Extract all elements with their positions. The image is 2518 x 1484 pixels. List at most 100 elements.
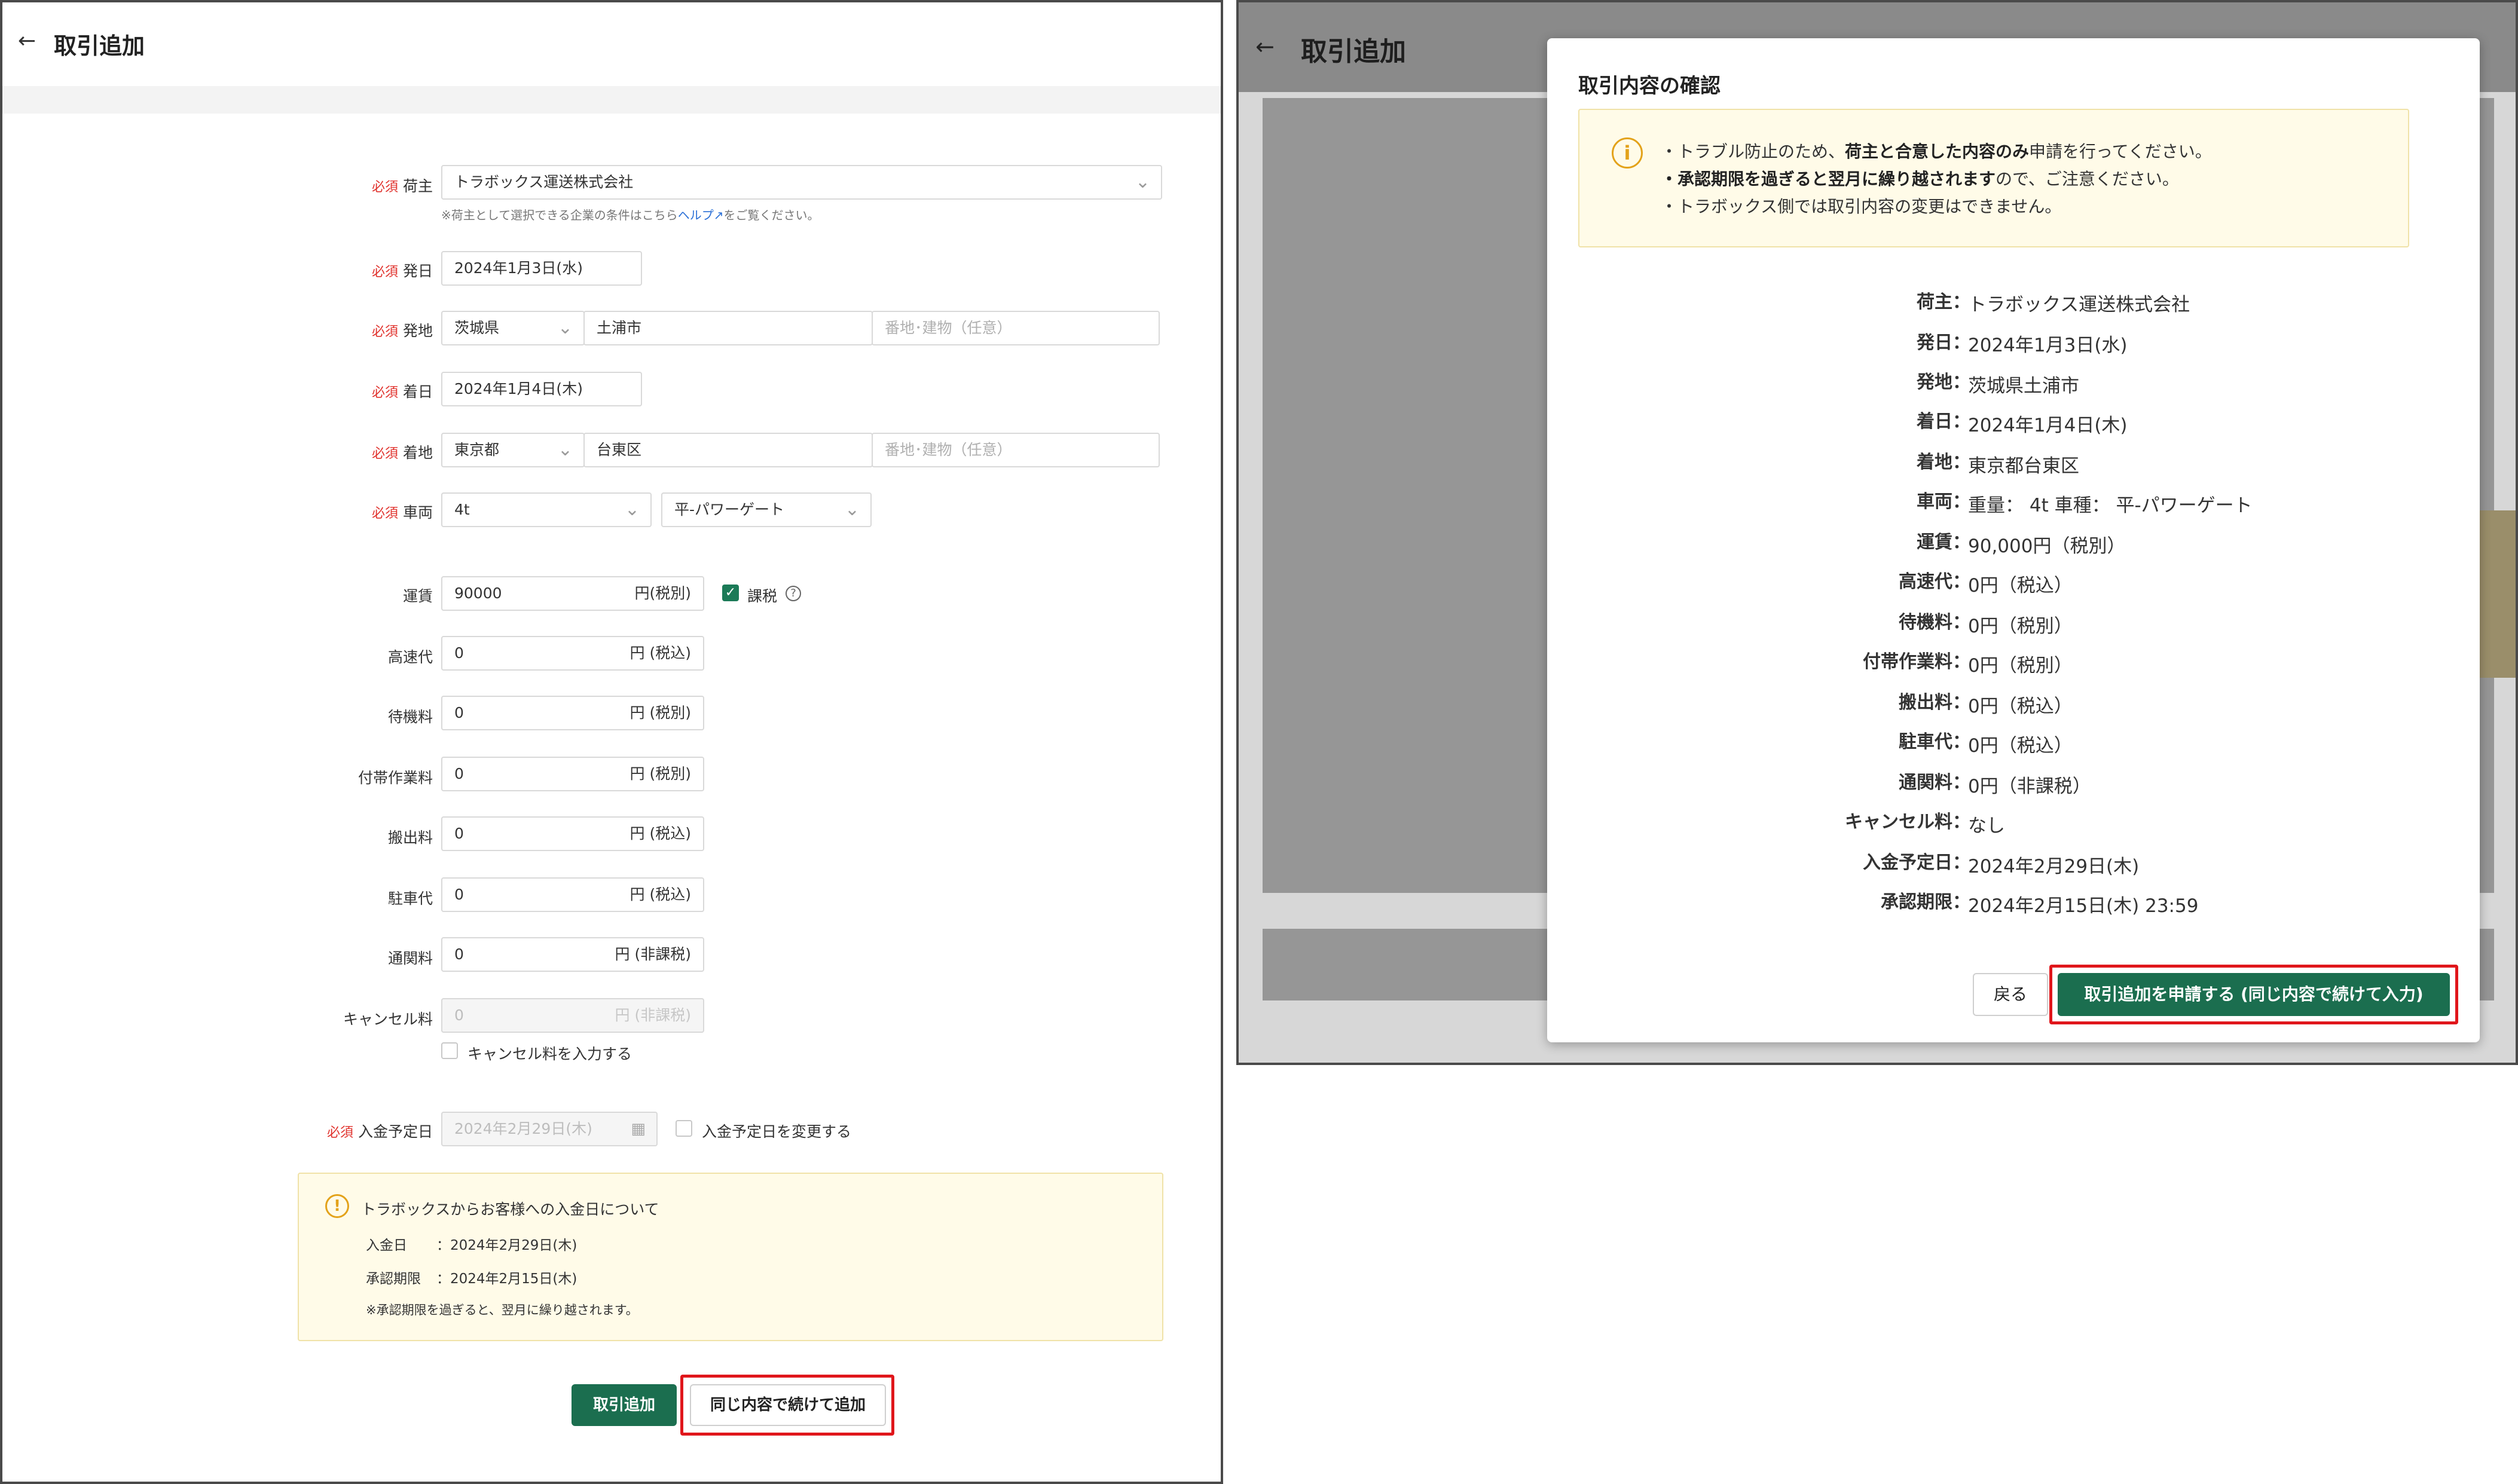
summary-label: 通関料： [1899,772,1970,793]
origin-city-field[interactable]: 土浦市 [583,311,873,345]
summary-value: 重量： 4t 車種： 平-パワーゲート [1968,495,2253,516]
customs-fee-input[interactable]: 0 円 (非課税) [441,937,704,972]
summary-value: 東京都台東区 [1968,455,2079,477]
summary-label: 承認期限： [1881,892,1970,913]
highway-fee-unit: 円 (税込) [630,644,691,662]
change-payment-date-checkbox[interactable] [676,1120,692,1137]
destination-prefecture-select[interactable]: 東京都 ⌄ [441,433,585,467]
waiting-fee-input[interactable]: 0 円 (税別) [441,696,704,730]
page-title: 取引追加 [54,33,145,59]
vehicle-type-select[interactable]: 平-パワーゲート ⌄ [661,492,872,527]
summary-label: 入金予定日： [1863,852,1970,873]
fee-label-customs: 通関料 [387,950,433,967]
origin-label: 必須 発地 [2,319,433,341]
arrival-date-field[interactable]: 2024年1月4日(木) [441,372,642,406]
freight-value: 90000 [454,585,502,602]
vehicle-weight-value: 4t [454,501,470,518]
origin-label-text: 発地 [402,322,433,339]
vehicle-weight-select[interactable]: 4t ⌄ [441,492,652,527]
add-transaction-button[interactable]: 取引追加 [572,1384,677,1426]
departure-date-label: 必須 発日 [2,259,433,281]
summary-value: トラボックス運送株式会社 [1968,294,2190,316]
summary-label: 高速代： [1899,571,1970,592]
back-button[interactable]: 戻る [1973,973,2048,1016]
payment-info-payment-label: 入金日 [366,1238,407,1253]
cancel-fee-checkbox[interactable] [441,1042,458,1059]
warning-circle-icon: ! [325,1194,349,1218]
destination-city-field[interactable]: 台東区 [583,433,873,467]
summary-value: 0円（税込） [1968,696,2073,717]
unloading-fee-value: 0 [454,825,464,842]
destination-label: 必須 着地 [2,441,433,463]
additional-work-fee-unit: 円 (税別) [630,765,691,782]
payment-info-note: ※承認期限を過ぎると、翌月に繰り越されます。 [366,1303,638,1317]
chevron-down-icon: ⌄ [557,439,573,460]
help-link[interactable]: ヘルプ [678,208,714,222]
highway-fee-input[interactable]: 0 円 (税込) [441,636,704,671]
cancel-fee-checkbox-label: キャンセル料を入力する [467,1045,632,1063]
required-mark: 必須 [371,385,398,400]
summary-value: 2024年2月29日(木) [1968,856,2140,877]
freight-input[interactable]: 90000 円(税別) [441,576,704,611]
page-header: ← 取引追加 [2,2,1221,86]
summary-label: 着日： [1917,411,1970,432]
departure-date-field[interactable]: 2024年1月3日(水) [441,251,642,286]
highlight-frame [680,1375,894,1436]
summary-value: 茨城県土浦市 [1968,375,2079,397]
summary-label: 運賃： [1917,532,1970,553]
required-mark: 必須 [371,265,398,280]
payment-date-value: 2024年2月29日(木) [454,1120,592,1137]
shipper-select[interactable]: トラボックス運送株式会社 ⌄ [441,165,1162,200]
origin-address-input[interactable]: 番地･建物（任意） [872,311,1160,345]
required-mark: 必須 [371,446,398,461]
shipper-label: 必須 荷主 [2,175,433,196]
customs-fee-value: 0 [454,946,464,963]
arrival-date-label-text: 着日 [402,383,433,400]
taxable-checkbox[interactable]: ✓ [722,585,739,601]
question-circle-icon[interactable]: ? [786,586,801,601]
notice-line-1: ・トラブル防止のため、荷主と合意した内容のみ申請を行ってください。 [1661,139,2212,163]
unloading-fee-unit: 円 (税込) [630,825,691,842]
summary-label: 搬出料： [1899,692,1970,713]
right-screen-confirmation-modal: ← 取引追加 取引内容の確認 i ・トラブル防止のため、荷主と合意した内容のみ申… [1236,0,2518,1065]
summary-value: 90,000円（税別） [1968,536,2126,557]
taxable-label: 課税 [747,588,778,605]
arrival-date-value: 2024年1月4日(木) [454,380,583,397]
summary-value: 0円（税別） [1968,655,2073,677]
unloading-fee-input[interactable]: 0 円 (税込) [441,816,704,851]
vehicle-label-text: 車両 [402,504,433,521]
arrival-date-label: 必須 着日 [2,380,433,402]
change-payment-date-label: 入金予定日を変更する [702,1123,852,1140]
summary-value: 0円（税別） [1968,616,2073,637]
payment-info-title: トラボックスからお客様への入金日について [361,1201,659,1218]
destination-prefecture-value: 東京都 [454,441,500,458]
payment-date-field: 2024年2月29日(木) ▦ [441,1112,658,1146]
destination-label-text: 着地 [402,444,433,461]
parking-fee-input[interactable]: 0 円 (税込) [441,877,704,912]
chevron-down-icon: ⌄ [624,499,640,520]
summary-label: 付帯作業料： [1863,651,1970,672]
additional-work-fee-input[interactable]: 0 円 (税別) [441,757,704,791]
dimmed-info-box [2480,510,2516,678]
origin-prefecture-select[interactable]: 茨城県 ⌄ [441,311,585,345]
highlight-frame [2049,965,2458,1024]
parking-fee-value: 0 [454,886,464,903]
notice-line-2: ・承認期限を過ぎると翌月に繰り越されますので、ご注意ください。 [1661,166,2179,190]
summary-value: 0円（税込） [1968,735,2073,757]
header-divider [2,86,1221,114]
fee-label-additional-work: 付帯作業料 [357,769,433,787]
shipper-note-suffix: をご覧ください。 [723,208,820,222]
summary-label: 荷主： [1917,292,1970,313]
required-mark: 必須 [371,180,398,195]
required-mark: 必須 [326,1125,353,1140]
origin-address-placeholder: 番地･建物（任意） [885,319,1012,336]
summary-value: なし [1968,815,2005,837]
shipper-label-text: 荷主 [402,178,433,195]
freight-unit: 円(税別) [634,585,691,602]
arrow-left-icon[interactable]: ← [18,29,36,53]
fee-label-waiting: 待機料 [387,708,433,726]
notice-line-1-pre: ・トラブル防止のため、 [1661,142,1845,161]
destination-address-input[interactable]: 番地･建物（任意） [872,433,1160,467]
notice-line-3: ・トラボックス側では取引内容の変更はできません。 [1661,197,2062,216]
summary-value: 0円（税込） [1968,575,2073,596]
